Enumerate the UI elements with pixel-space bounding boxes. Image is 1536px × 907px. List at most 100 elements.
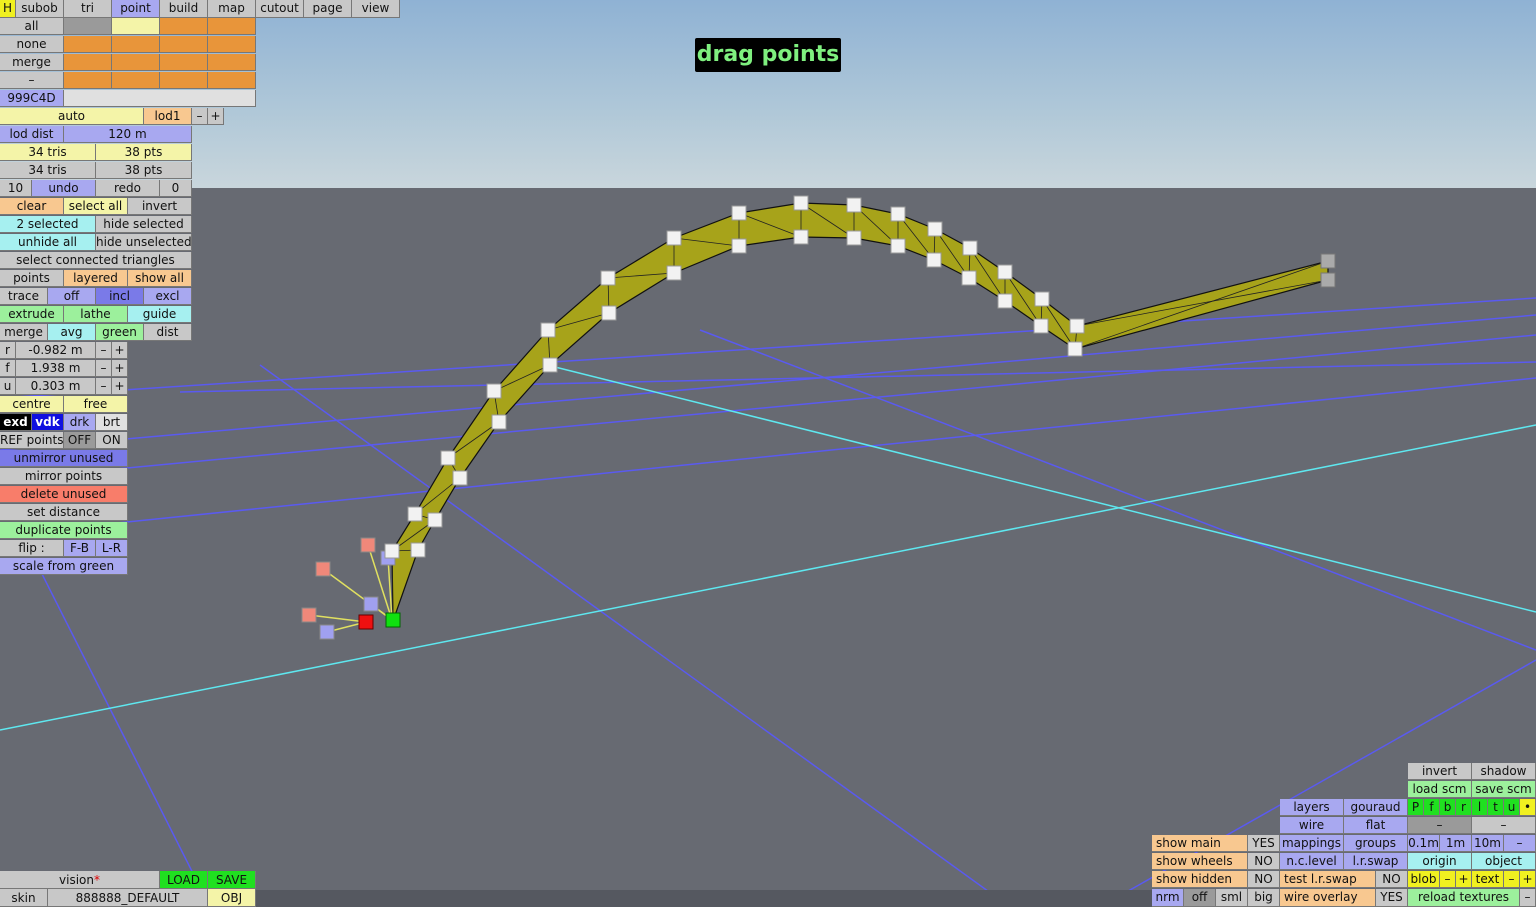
- select-all-button[interactable]: select all: [64, 198, 128, 215]
- delete-unused-button[interactable]: delete unused: [0, 486, 128, 503]
- shadow-button[interactable]: shadow: [1472, 763, 1536, 780]
- swatch[interactable]: [64, 54, 112, 71]
- load-button[interactable]: LOAD: [160, 871, 208, 889]
- unhide-all-button[interactable]: unhide all: [0, 234, 96, 251]
- blob-button[interactable]: blob: [1408, 871, 1440, 888]
- coord-r-plus[interactable]: +: [112, 342, 128, 359]
- show-hidden-toggle[interactable]: NO: [1248, 871, 1280, 888]
- extrude-button[interactable]: extrude: [0, 306, 64, 323]
- hide-selected-button[interactable]: hide selected: [96, 216, 192, 233]
- swatch[interactable]: [112, 72, 160, 89]
- flip-fb-button[interactable]: F-B: [64, 540, 96, 557]
- brt-button[interactable]: brt: [96, 414, 128, 431]
- grid-0-1m-button[interactable]: 0.1m: [1408, 835, 1440, 852]
- lod1-button[interactable]: lod1: [144, 108, 192, 125]
- swatch[interactable]: [160, 72, 208, 89]
- show-all-button[interactable]: show all: [128, 270, 192, 287]
- centre-button[interactable]: centre: [0, 396, 64, 413]
- layer-flag-f[interactable]: f: [1424, 799, 1440, 816]
- swatch[interactable]: [208, 36, 256, 53]
- select-connected-button[interactable]: select connected triangles: [0, 252, 192, 269]
- ref-point-handle[interactable]: [319, 624, 335, 640]
- layer-flag-b[interactable]: b: [1440, 799, 1456, 816]
- swatch[interactable]: [112, 54, 160, 71]
- swatch[interactable]: [160, 18, 208, 35]
- trace-incl-button[interactable]: incl: [96, 288, 144, 305]
- object-button[interactable]: object: [1472, 853, 1536, 870]
- select-none-row[interactable]: none: [0, 36, 64, 53]
- ref-point-handle[interactable]: [301, 607, 317, 623]
- merge-button[interactable]: merge: [0, 324, 48, 341]
- vdk-button[interactable]: vdk: [32, 414, 64, 431]
- tab-subob[interactable]: subob: [16, 0, 64, 18]
- trace-excl-button[interactable]: excl: [144, 288, 192, 305]
- text-button[interactable]: text: [1472, 871, 1504, 888]
- color-field[interactable]: [64, 90, 256, 107]
- flip-lr-button[interactable]: L-R: [96, 540, 128, 557]
- coord-r-minus[interactable]: –: [96, 342, 112, 359]
- show-wheels-toggle[interactable]: NO: [1248, 853, 1280, 870]
- show-main-toggle[interactable]: YES: [1248, 835, 1280, 852]
- skin-name[interactable]: 888888_DEFAULT: [48, 889, 208, 907]
- text-minus-button[interactable]: –: [1504, 871, 1520, 888]
- tab-page[interactable]: page: [304, 0, 352, 18]
- tab-view[interactable]: view: [352, 0, 400, 18]
- green-button[interactable]: green: [96, 324, 144, 341]
- layered-button[interactable]: layered: [64, 270, 128, 287]
- selected-point-red[interactable]: [358, 614, 374, 630]
- swatch[interactable]: [64, 18, 112, 35]
- dist-button[interactable]: dist: [144, 324, 192, 341]
- tab-tri[interactable]: tri: [64, 0, 112, 18]
- swatch[interactable]: [160, 36, 208, 53]
- vision-button[interactable]: vision*: [0, 871, 160, 889]
- swatch[interactable]: [64, 72, 112, 89]
- lod-auto-button[interactable]: auto: [0, 108, 144, 125]
- invert-button[interactable]: invert: [128, 198, 192, 215]
- tab-point[interactable]: point: [112, 0, 160, 18]
- invert-view-button[interactable]: invert: [1408, 763, 1472, 780]
- redo-button[interactable]: redo: [96, 180, 160, 197]
- mesh-strip[interactable]: [391, 202, 1329, 622]
- free-button[interactable]: free: [64, 396, 128, 413]
- mirror-points-button[interactable]: mirror points: [0, 468, 128, 485]
- swatch[interactable]: [208, 18, 256, 35]
- select-all-row[interactable]: all: [0, 18, 64, 35]
- flat-button[interactable]: flat: [1344, 817, 1408, 834]
- off-button[interactable]: off: [1184, 889, 1216, 907]
- lod-minus-button[interactable]: –: [192, 108, 208, 125]
- unmirror-unused-button[interactable]: unmirror unused: [0, 450, 128, 467]
- avg-button[interactable]: avg: [48, 324, 96, 341]
- ref-off-button[interactable]: OFF: [64, 432, 96, 449]
- layer-flag-l[interactable]: l: [1472, 799, 1488, 816]
- text-plus-button[interactable]: +: [1520, 871, 1536, 888]
- dash-button[interactable]: –: [1472, 817, 1536, 834]
- coord-f-plus[interactable]: +: [112, 360, 128, 377]
- mesh-vertices[interactable]: [384, 195, 1085, 559]
- hide-unselected-button[interactable]: hide unselected: [96, 234, 192, 251]
- 3d-viewport[interactable]: [0, 0, 1536, 907]
- ref-point-handle[interactable]: [363, 596, 379, 612]
- swatch[interactable]: [208, 72, 256, 89]
- dash-row[interactable]: –: [0, 72, 64, 89]
- mappings-button[interactable]: mappings: [1280, 835, 1344, 852]
- grid-1m-button[interactable]: 1m: [1440, 835, 1472, 852]
- coord-u-minus[interactable]: –: [96, 378, 112, 395]
- tab-map[interactable]: map: [208, 0, 256, 18]
- grid-10m-button[interactable]: 10m: [1472, 835, 1504, 852]
- blob-plus-button[interactable]: +: [1456, 871, 1472, 888]
- lr-swap-button[interactable]: l.r.swap: [1344, 853, 1408, 870]
- coord-u-value[interactable]: 0.303 m: [16, 378, 96, 395]
- ref-on-button[interactable]: ON: [96, 432, 128, 449]
- trace-off-button[interactable]: off: [48, 288, 96, 305]
- lod-plus-button[interactable]: +: [208, 108, 224, 125]
- swatch[interactable]: [64, 36, 112, 53]
- coord-u-plus[interactable]: +: [112, 378, 128, 395]
- layer-flag-p[interactable]: P: [1408, 799, 1424, 816]
- wire-overlay-toggle[interactable]: YES: [1376, 889, 1408, 907]
- nc-level-button[interactable]: n.c.level: [1280, 853, 1344, 870]
- layer-flag-t[interactable]: t: [1488, 799, 1504, 816]
- reload-textures-button[interactable]: reload textures: [1408, 889, 1520, 907]
- nrm-button[interactable]: nrm: [1152, 889, 1184, 907]
- blob-minus-button[interactable]: –: [1440, 871, 1456, 888]
- ref-point-handle[interactable]: [315, 561, 331, 577]
